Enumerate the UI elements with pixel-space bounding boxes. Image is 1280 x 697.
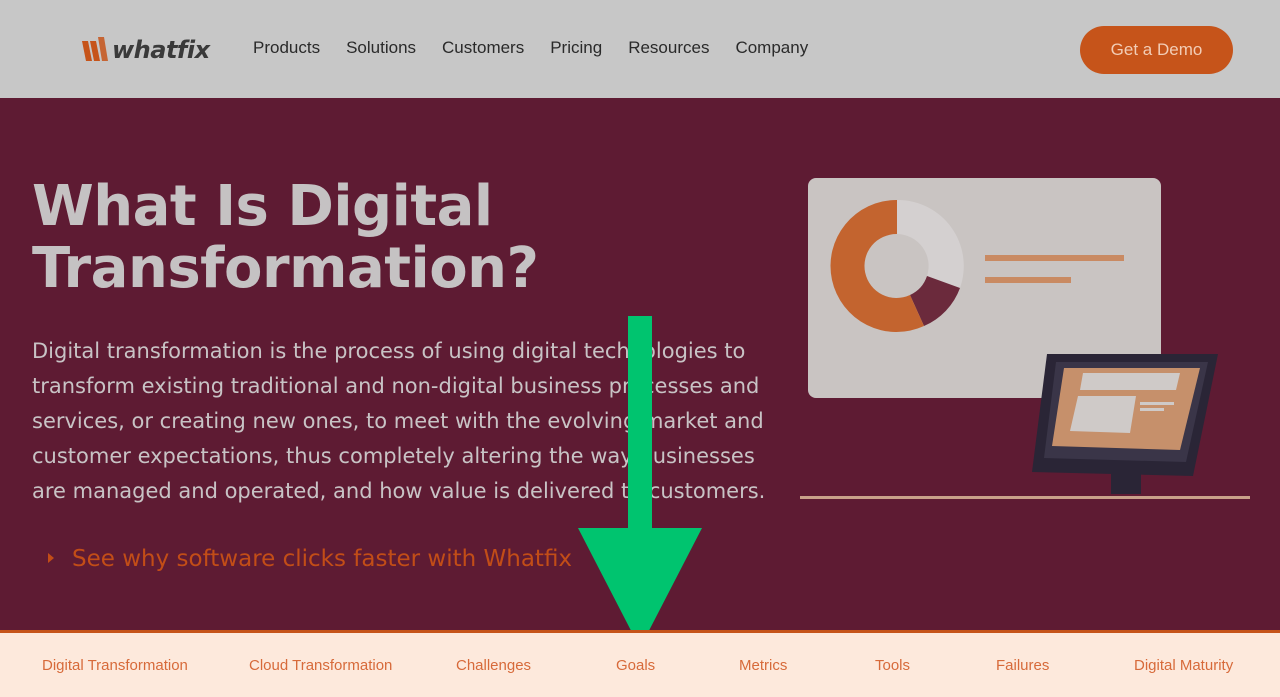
get-a-demo-button[interactable]: Get a Demo xyxy=(1080,26,1233,74)
logo-wordmark: whatfix xyxy=(112,36,210,64)
nav-solutions[interactable]: Solutions xyxy=(346,38,416,58)
tab-metrics[interactable]: Metrics xyxy=(739,657,787,674)
tab-digital-maturity[interactable]: Digital Maturity xyxy=(1134,657,1233,674)
page-title-line-2: Transformation? xyxy=(32,236,539,301)
desk-line xyxy=(800,496,1250,499)
see-why-link-text: See why software clicks faster with What… xyxy=(72,546,573,572)
page-title-line-1: What Is Digital xyxy=(32,174,493,239)
nav-pricing[interactable]: Pricing xyxy=(550,38,602,58)
tab-tools[interactable]: Tools xyxy=(875,657,910,674)
tab-challenges[interactable]: Challenges xyxy=(456,657,531,674)
whatfix-logo[interactable]: whatfix xyxy=(82,34,210,66)
nav-company[interactable]: Company xyxy=(735,38,808,58)
top-navigation-bar: whatfix Products Solutions Customers Pri… xyxy=(0,0,1280,98)
tab-goals[interactable]: Goals xyxy=(616,657,655,674)
nav-resources[interactable]: Resources xyxy=(628,38,709,58)
card-line-2 xyxy=(985,277,1071,283)
tab-failures[interactable]: Failures xyxy=(996,657,1049,674)
see-why-link[interactable]: See why software clicks faster with What… xyxy=(48,546,572,572)
section-tabs-bar: Digital Transformation Cloud Transformat… xyxy=(0,630,1280,697)
caret-right-icon xyxy=(48,553,54,563)
whatfix-logo-icon xyxy=(82,37,108,61)
page-title: What Is Digital Transformation? xyxy=(32,176,752,300)
nav-products[interactable]: Products xyxy=(253,38,320,58)
card-line-1 xyxy=(985,255,1124,261)
nav-customers[interactable]: Customers xyxy=(442,38,524,58)
main-nav: Products Solutions Customers Pricing Res… xyxy=(253,38,834,58)
tab-cloud-transformation[interactable]: Cloud Transformation xyxy=(249,657,392,674)
monitor-icon xyxy=(1032,354,1218,494)
tab-digital-transformation[interactable]: Digital Transformation xyxy=(42,657,188,674)
green-down-arrow-icon xyxy=(578,316,702,648)
dashboard-illustration xyxy=(800,178,1250,499)
